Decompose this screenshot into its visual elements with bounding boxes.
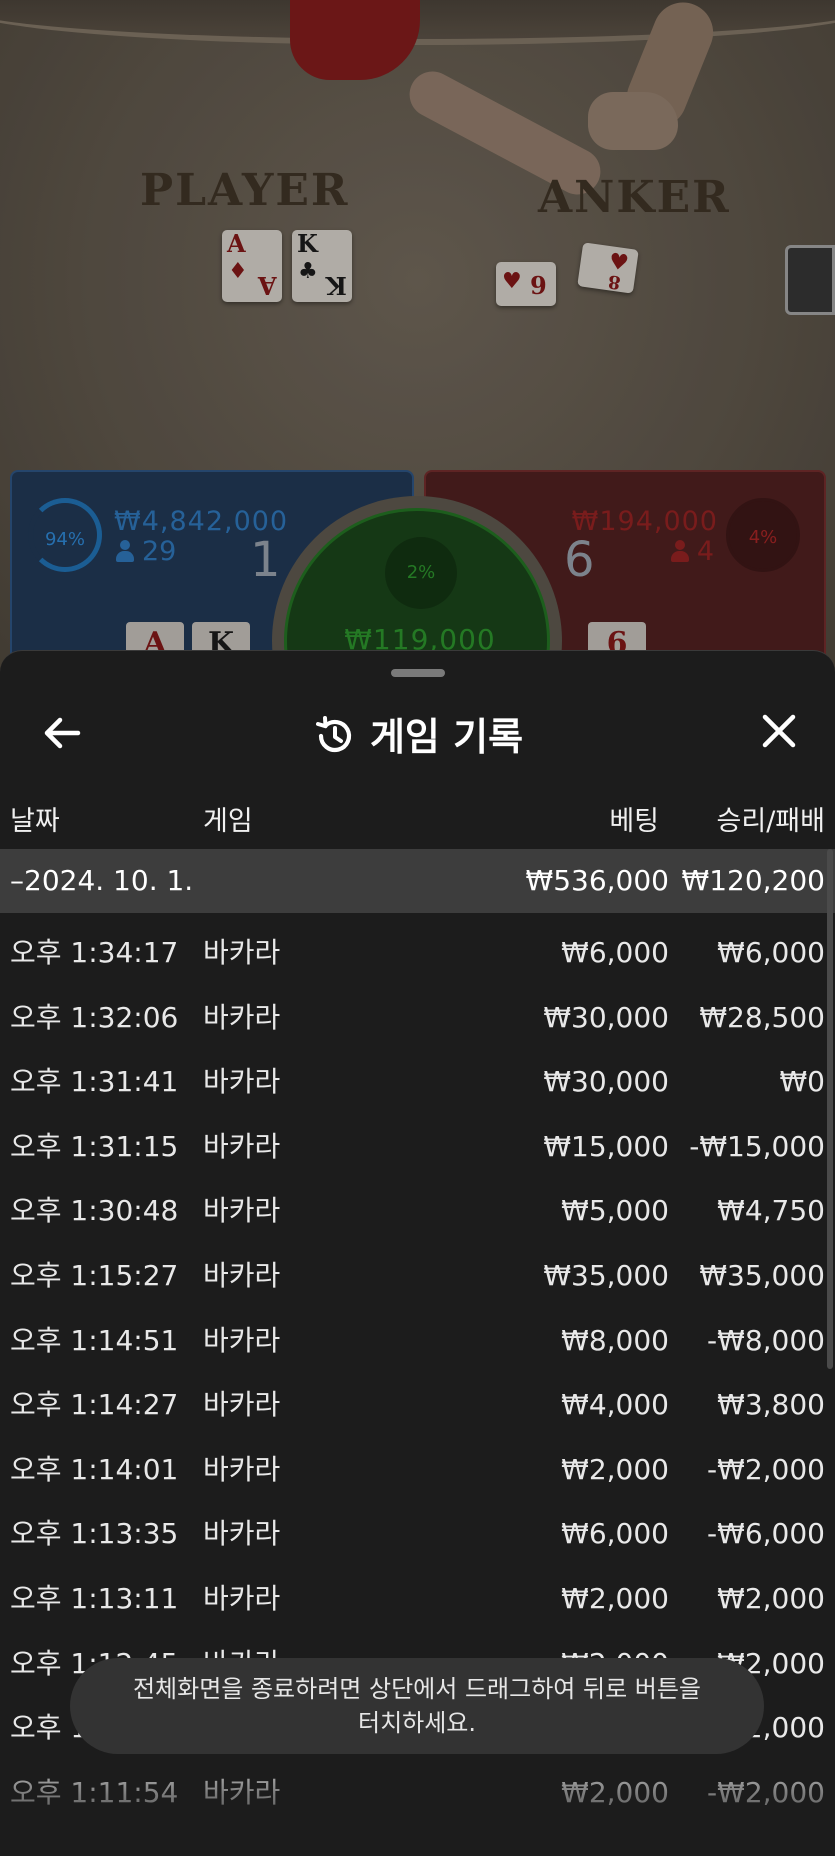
- row-time: 오후 1:13:11: [10, 1582, 179, 1615]
- row-win-loss: ₩2,000: [717, 1582, 825, 1615]
- row-time: 오후 1:14:01: [10, 1452, 179, 1486]
- row-game: 바카라: [203, 1129, 281, 1163]
- row-game: 바카라: [203, 1388, 281, 1422]
- row-time: 오후 1:31:41: [10, 1065, 179, 1099]
- fullscreen-exit-toast: 전체화면을 종료하려면 상단에서 드래그하여 뒤로 버튼을 터치하세요.: [70, 1658, 764, 1754]
- live-table-view: PLAYER ANKER A ♦ A K ♣ K ♥ 6 ♥ 8 94% ₩4,…: [0, 0, 835, 786]
- row-time: 오후 1:14:51: [10, 1323, 179, 1357]
- sheet-title: 게임 기록: [0, 709, 835, 765]
- row-bet: ₩6,000: [561, 936, 669, 969]
- group-date: –2024. 10. 1.: [10, 864, 194, 897]
- column-header-bet[interactable]: 베팅: [609, 799, 659, 839]
- row-win-loss: -₩2,000: [707, 1452, 825, 1486]
- row-game: 바카라: [203, 1323, 281, 1357]
- column-header-game[interactable]: 게임: [203, 799, 253, 839]
- row-time: 오후 1:14:27: [10, 1388, 179, 1422]
- row-bet: ₩8,000: [561, 1323, 669, 1357]
- row-bet: ₩4,000: [561, 1388, 669, 1422]
- row-win-loss: ₩3,800: [717, 1388, 825, 1422]
- row-win-loss: -₩15,000: [689, 1129, 825, 1163]
- row-time: 오후 1:32:06: [10, 1000, 179, 1034]
- group-win-loss-total: ₩120,200: [681, 864, 825, 897]
- row-win-loss: ₩4,750: [717, 1194, 825, 1228]
- history-row[interactable]: 오후 1:32:06 바카라 ₩30,000 ₩28,500: [0, 986, 835, 1050]
- row-game: 바카라: [203, 1582, 281, 1615]
- row-win-loss: ₩28,500: [699, 1000, 825, 1034]
- row-bet: ₩30,000: [543, 1065, 669, 1099]
- scrollbar[interactable]: [827, 849, 833, 1369]
- row-win-loss: ₩35,000: [699, 1259, 825, 1292]
- sheet-title-text: 게임 기록: [369, 715, 524, 759]
- history-icon: [315, 716, 352, 753]
- close-icon: [762, 714, 796, 748]
- row-time: 오후 1:34:17: [10, 936, 179, 969]
- dim-overlay: [0, 0, 835, 700]
- sheet-grabber[interactable]: [391, 669, 445, 677]
- row-bet: ₩15,000: [543, 1129, 669, 1163]
- row-bet: ₩30,000: [543, 1000, 669, 1034]
- date-group-row[interactable]: –2024. 10. 1. ₩536,000 ₩120,200: [0, 849, 835, 913]
- row-bet: ₩6,000: [561, 1517, 669, 1551]
- row-game: 바카라: [203, 1775, 281, 1809]
- column-header-date[interactable]: 날짜: [10, 799, 60, 839]
- row-game: 바카라: [203, 1000, 281, 1034]
- row-time: 오후 1:11:54: [10, 1775, 179, 1809]
- history-row[interactable]: 오후 1:34:17 바카라 ₩6,000 ₩6,000: [0, 921, 835, 985]
- history-row[interactable]: 오후 1:11:54 바카라 ₩2,000 -₩2,000: [0, 1761, 835, 1825]
- column-header-win-loss[interactable]: 승리/패배: [717, 799, 825, 839]
- row-bet: ₩2,000: [561, 1452, 669, 1486]
- row-win-loss: ₩0: [779, 1065, 826, 1099]
- row-win-loss: -₩8,000: [707, 1323, 825, 1357]
- history-row[interactable]: 오후 1:15:27 바카라 ₩35,000 ₩35,000: [0, 1244, 835, 1308]
- row-bet: ₩35,000: [543, 1259, 669, 1292]
- history-row[interactable]: 오후 1:14:51 바카라 ₩8,000 -₩8,000: [0, 1309, 835, 1373]
- row-game: 바카라: [203, 1194, 281, 1228]
- history-row[interactable]: 오후 1:31:15 바카라 ₩15,000 -₩15,000: [0, 1115, 835, 1179]
- row-win-loss: -₩2,000: [707, 1775, 825, 1809]
- row-time: 오후 1:30:48: [10, 1194, 179, 1228]
- sheet-header: 게임 기록: [0, 691, 835, 781]
- row-bet: ₩5,000: [561, 1194, 669, 1228]
- toast-line-2: 터치하세요.: [357, 1709, 477, 1737]
- row-game: 바카라: [203, 1452, 281, 1486]
- history-row[interactable]: 오후 1:14:27 바카라 ₩4,000 ₩3,800: [0, 1373, 835, 1437]
- row-game: 바카라: [203, 1065, 281, 1099]
- close-button[interactable]: [753, 709, 805, 761]
- history-row[interactable]: 오후 1:13:11 바카라 ₩2,000 ₩2,000: [0, 1567, 835, 1631]
- row-win-loss: -₩6,000: [707, 1517, 825, 1551]
- row-time: 오후 1:15:27: [10, 1259, 179, 1292]
- row-time: 오후 1:13:35: [10, 1517, 179, 1551]
- row-game: 바카라: [203, 936, 281, 969]
- row-win-loss: ₩6,000: [717, 936, 825, 969]
- history-row[interactable]: 오후 1:14:01 바카라 ₩2,000 -₩2,000: [0, 1438, 835, 1502]
- toast-line-1: 전체화면을 종료하려면 상단에서 드래그하여 뒤로 버튼을: [132, 1675, 702, 1703]
- row-time: 오후 1:31:15: [10, 1129, 179, 1163]
- history-row[interactable]: 오후 1:31:41 바카라 ₩30,000 ₩0: [0, 1050, 835, 1114]
- row-bet: ₩2,000: [561, 1582, 669, 1615]
- history-row[interactable]: 오후 1:30:48 바카라 ₩5,000 ₩4,750: [0, 1179, 835, 1243]
- row-game: 바카라: [203, 1517, 281, 1551]
- row-bet: ₩2,000: [561, 1775, 669, 1809]
- group-bet-total: ₩536,000: [525, 864, 669, 897]
- row-game: 바카라: [203, 1259, 281, 1292]
- history-row[interactable]: 오후 1:13:35 바카라 ₩6,000 -₩6,000: [0, 1502, 835, 1566]
